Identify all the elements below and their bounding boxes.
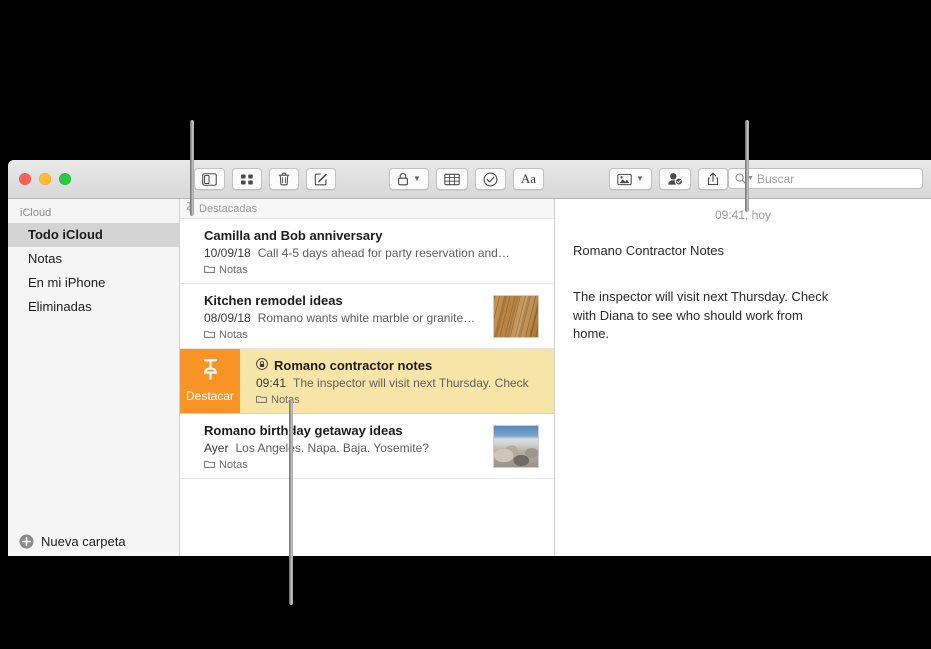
minimize-button[interactable] <box>39 173 51 185</box>
note-title: Camilla and Bob anniversary <box>204 228 383 243</box>
lock-note-button[interactable]: ▼ <box>389 168 429 190</box>
person-check-icon <box>667 172 683 186</box>
share-icon <box>707 172 719 186</box>
compose-icon <box>314 172 328 186</box>
share-button[interactable] <box>697 168 728 190</box>
note-preview-line: 10/09/18 Call 4-5 days ahead for party re… <box>204 246 554 260</box>
sidebar-item-label: En mi iPhone <box>28 275 106 290</box>
note-list-section-label: Destacadas <box>199 202 258 215</box>
note-preview: The inspector will visit next Thursday. … <box>293 376 529 390</box>
search-placeholder: Buscar <box>756 171 795 186</box>
close-button[interactable] <box>19 173 31 185</box>
toolbar-mid-group: ▼ Aa <box>389 168 551 190</box>
note-folder: Notas <box>204 264 554 276</box>
note-detail-title-line: Romano Contractor Notes <box>573 243 725 258</box>
note-date: 10/09/18 <box>204 246 251 260</box>
locked-note-icon <box>256 358 268 373</box>
sidebar-item-en-mi-iphone[interactable]: En mi iPhone <box>8 271 179 295</box>
search-input[interactable]: ▼ Buscar <box>728 168 923 189</box>
note-preview: Los Angeles. Napa. Baja. Yosemite? <box>235 441 429 455</box>
pin-icon <box>202 359 219 385</box>
sidebar-toggle-button[interactable] <box>194 168 225 190</box>
toolbar-left-group <box>194 168 343 190</box>
toolbar-right-group: ▼ <box>609 168 735 190</box>
grid-icon <box>240 173 254 186</box>
folder-icon <box>204 264 215 276</box>
table-icon <box>444 173 460 186</box>
callout-line-note-list <box>289 400 293 605</box>
plus-circle-icon <box>19 534 34 549</box>
folder-icon <box>204 459 215 471</box>
note-folder-label: Notas <box>219 459 248 471</box>
note-folder-label: Notas <box>271 394 300 406</box>
pin-note-swipe-button[interactable]: Destacar <box>180 349 240 413</box>
note-preview: Call 4-5 days ahead for party reservatio… <box>257 246 510 260</box>
chevron-down-icon: ▼ <box>636 174 644 183</box>
sidebar: iCloud Todo iCloud Notas En mi iPhone El… <box>8 199 180 556</box>
screenshot-stage: ▼ Aa ▼ iCloud Todo iCloud Notas En mi iP… <box>0 0 931 649</box>
sidebar-header: iCloud <box>20 207 52 219</box>
sidebar-icon <box>202 172 217 186</box>
note-folder: Notas <box>256 394 554 406</box>
note-detail-paragraph: The inspector will visit next Thursday. … <box>573 289 829 342</box>
note-list-item[interactable]: Romano birthday getaway ideas Ayer Los An… <box>180 414 554 479</box>
folder-icon <box>204 329 215 341</box>
note-list: Destacadas Camilla and Bob anniversary 1… <box>180 199 555 556</box>
sidebar-item-label: Notas <box>28 251 62 266</box>
note-thumbnail <box>493 425 539 468</box>
note-list-item[interactable]: Camilla and Bob anniversary 10/09/18 Call… <box>180 219 554 284</box>
sidebar-item-label: Todo iCloud <box>28 227 103 242</box>
note-list-item[interactable]: Kitchen remodel ideas 08/09/18 Romano wan… <box>180 284 554 349</box>
media-button[interactable]: ▼ <box>609 168 652 190</box>
note-title: Romano contractor notes <box>256 358 554 373</box>
gallery-view-button[interactable] <box>232 168 262 190</box>
checklist-button[interactable] <box>474 168 506 190</box>
window-controls <box>8 173 83 185</box>
pin-note-swipe-label: Destacar <box>185 389 235 403</box>
aa-icon: Aa <box>520 171 537 186</box>
sidebar-item-todo-icloud[interactable]: Todo iCloud <box>8 223 179 247</box>
note-preview-line: 09:41 The inspector will visit next Thurs… <box>256 376 554 390</box>
sidebar-item-notas[interactable]: Notas <box>8 247 179 271</box>
checkmark-circle-icon <box>483 172 498 187</box>
callout-line-search <box>745 120 749 212</box>
sidebar-item-label: Eliminadas <box>28 299 92 314</box>
callout-line-toolbar <box>190 120 194 216</box>
note-date: 09:41 <box>256 376 287 390</box>
folder-icon <box>256 394 267 406</box>
window-body: iCloud Todo iCloud Notas En mi iPhone El… <box>8 199 931 556</box>
note-list-section-header: Destacadas <box>180 199 554 219</box>
note-detail-body[interactable]: Romano Contractor Notes The inspector wi… <box>555 222 931 344</box>
note-folder-label: Notas <box>219 264 248 276</box>
chevron-down-icon: ▼ <box>413 174 421 183</box>
note-folder-label: Notas <box>219 329 248 341</box>
note-list-item-selected[interactable]: Destacar Romano contractor notes 09:41 T… <box>180 349 554 414</box>
delete-note-button[interactable] <box>269 168 299 190</box>
note-thumbnail <box>493 295 539 338</box>
notes-window: ▼ Aa ▼ iCloud Todo iCloud Notas En mi iP… <box>8 160 931 556</box>
lock-icon <box>397 172 409 186</box>
note-preview: Romano wants white marble or granite… <box>257 311 476 325</box>
new-folder-button[interactable]: Nueva carpeta <box>8 534 126 549</box>
note-date: Ayer <box>204 441 229 455</box>
new-note-button[interactable] <box>306 168 336 190</box>
zoom-button[interactable] <box>59 173 71 185</box>
new-folder-label: Nueva carpeta <box>41 534 126 549</box>
note-date: 08/09/18 <box>204 311 251 325</box>
sidebar-item-eliminadas[interactable]: Eliminadas <box>8 295 179 319</box>
add-people-button[interactable] <box>658 168 691 190</box>
photo-icon <box>617 173 632 186</box>
note-detail-date: 09:41, hoy <box>714 208 772 222</box>
note-detail-pane[interactable]: 09:41, hoy Romano Contractor Notes The i… <box>555 199 931 556</box>
trash-icon <box>278 172 290 186</box>
format-button[interactable]: Aa <box>512 168 545 190</box>
table-button[interactable] <box>435 168 468 190</box>
